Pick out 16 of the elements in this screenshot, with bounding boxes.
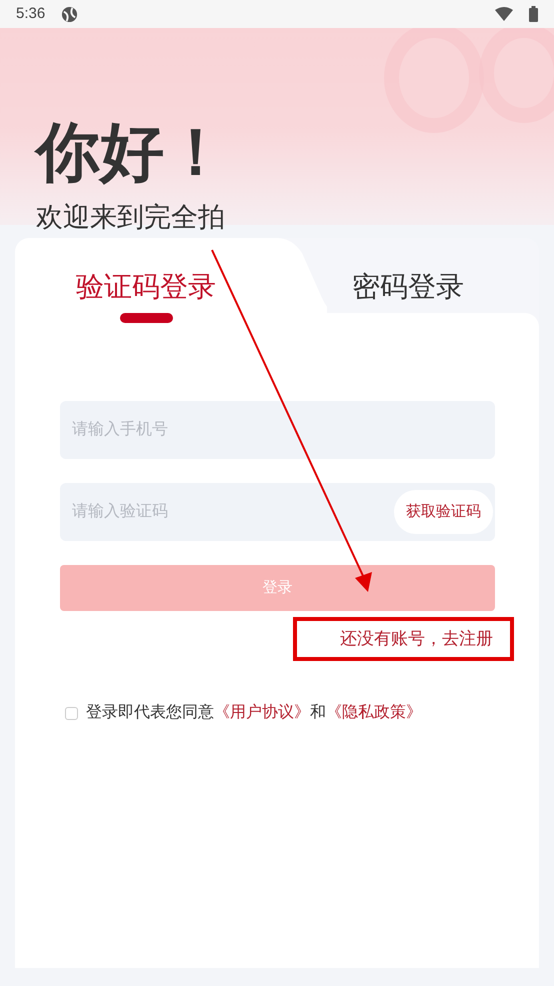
wifi-icon [495,7,513,21]
get-code-button[interactable]: 获取验证码 [394,490,493,534]
input-field[interactable]: 请输入手机号 [60,401,495,459]
register-link[interactable]: 还没有账号，去注册 [340,626,493,652]
agreement-checkbox[interactable] [65,706,78,720]
policy-link[interactable]: 《用户协议》 [214,704,310,721]
globe-icon [61,6,78,22]
agreement-text: 登录即代表您同意《用户协议》和《隐私政策》 [86,702,422,723]
welcome-subtitle: 欢迎来到完全拍 [36,204,225,231]
login-tab[interactable]: 密码登录 [352,273,464,301]
status-time: 5:36 [16,4,46,24]
login-tab[interactable]: 验证码登录 [76,273,216,301]
tab-indicator [120,313,172,323]
battery-icon [529,6,538,22]
policy-link[interactable]: 《隐私政策》 [326,704,422,721]
greeting-title: 你好！ [36,120,228,184]
